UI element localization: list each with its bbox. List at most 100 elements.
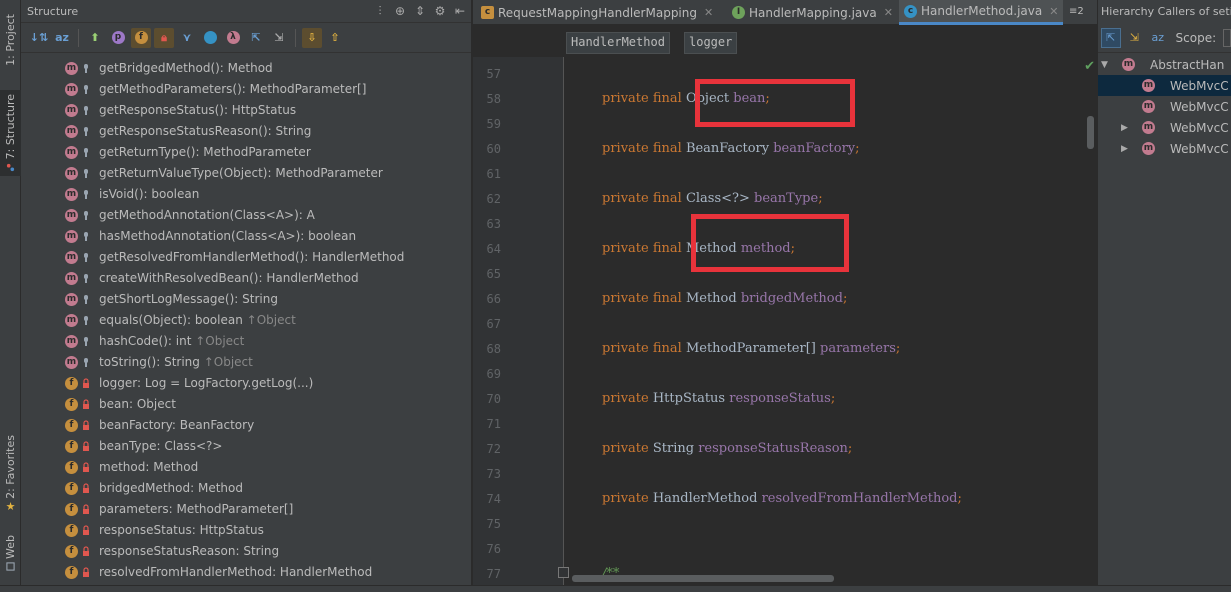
structure-method-item[interactable]: m equals(Object): boolean ↑Object — [21, 310, 461, 331]
collapse-all-icon[interactable]: ⫶ — [373, 4, 387, 18]
editor-vertical-scrollbar[interactable] — [1087, 116, 1094, 149]
web-tool-tab[interactable]: Web — [0, 528, 21, 578]
code-editor[interactable]: 57 58 59 60 61 62 63 64 65 66 67 68 69 70 71 72 73 74 75 76… — [473, 57, 1097, 585]
structure-method-item[interactable]: m getShortLogMessage(): String — [21, 289, 461, 310]
line-number: 68 — [486, 342, 501, 356]
hierarchy-item[interactable]: ▶ m WebMvcC — [1098, 138, 1231, 159]
structure-item-signature: getResolvedFromHandlerMethod(): HandlerM… — [99, 250, 405, 264]
structure-method-item[interactable]: m getResolvedFromHandlerMethod(): Handler… — [21, 247, 461, 268]
private-lock-icon — [81, 399, 91, 410]
scroll-from-source-icon[interactable]: ⊕ — [393, 4, 407, 18]
expanded-arrow-icon[interactable]: ▼ — [1101, 60, 1111, 70]
structure-field-item[interactable]: f beanType: Class<?> — [21, 436, 461, 457]
caller-hierarchy-icon[interactable]: ⇱ — [1101, 27, 1121, 48]
sort-visibility-icon[interactable]: ↓⇅ — [29, 28, 49, 48]
structure-field-item[interactable]: f logger: Log = LogFactory.getLog(...) — [21, 373, 461, 394]
show-fields-icon[interactable]: f — [131, 27, 151, 48]
show-lambdas-icon[interactable] — [200, 28, 220, 48]
structure-field-item[interactable]: f responseStatus: HttpStatus — [21, 520, 461, 541]
structure-method-item[interactable]: m hashCode(): int ↑Object — [21, 331, 461, 352]
show-inherited-icon[interactable]: ⬆ — [85, 28, 105, 48]
structure-method-item[interactable]: m getBridgedMethod(): Method — [21, 58, 461, 79]
code-token: private final — [602, 191, 686, 206]
hierarchy-item[interactable]: m WebMvcC — [1098, 75, 1231, 96]
structure-item-label: getShortLogMessage(): String — [99, 292, 278, 306]
structure-icon — [6, 164, 15, 172]
structure-item-label: toString(): String ↑Object — [99, 355, 253, 369]
editor-horizontal-scrollbar[interactable] — [572, 575, 834, 582]
private-lock-icon — [81, 378, 91, 389]
structure-method-item[interactable]: m toString(): String ↑Object — [21, 352, 461, 373]
scope-label: Scope: — [1175, 30, 1217, 45]
collapsed-arrow-icon[interactable]: ▶ — [1121, 144, 1131, 154]
tab-handler-mapping[interactable]: I HandlerMapping.java ✕ — [729, 0, 897, 25]
show-non-public-icon[interactable]: 🔒︎ — [154, 27, 174, 48]
inspection-ok-icon: ✔ — [1084, 59, 1095, 74]
lambda-icon[interactable]: λ — [223, 28, 243, 48]
breadcrumb-field[interactable]: logger — [684, 32, 738, 54]
scope-dropdown[interactable] — [1223, 28, 1231, 47]
sort-alphabetically-icon[interactable]: az — [52, 28, 72, 48]
tab-overflow-button[interactable]: ≡2 — [1069, 6, 1084, 17]
structure-item-signature: responseStatusReason: String — [99, 544, 280, 558]
structure-item-signature: hashCode(): int — [99, 334, 196, 348]
code-token: bridgedMethod — [740, 291, 843, 306]
structure-method-item[interactable]: m createWithResolvedBean(): HandlerMethod — [21, 268, 461, 289]
structure-field-item[interactable]: f resolvedFromHandlerMethod: HandlerMetho… — [21, 562, 461, 583]
gear-icon[interactable]: ⚙ — [433, 4, 447, 18]
code-token: resolvedFromHandlerMethod — [761, 491, 958, 506]
expand-all-icon[interactable]: ⇱ — [246, 28, 266, 48]
close-icon[interactable]: ✕ — [1049, 5, 1058, 18]
line-number: 58 — [486, 92, 501, 106]
line-number: 71 — [486, 417, 501, 431]
structure-method-item[interactable]: m getResponseStatus(): HttpStatus — [21, 100, 461, 121]
structure-field-item[interactable]: f bridgedMethod: Method — [21, 478, 461, 499]
favorites-tool-tab[interactable]: 2: Favorites ★ — [0, 432, 21, 516]
tab-request-mapping-handler-mapping[interactable]: c RequestMappingHandlerMapping ✕ — [478, 0, 721, 25]
structure-tool-tab[interactable]: 7: Structure — [0, 90, 21, 176]
autoscroll-to-source-icon[interactable]: ⇩ — [302, 27, 322, 48]
structure-method-item[interactable]: m getMethodParameters(): MethodParameter[… — [21, 79, 461, 100]
structure-item-label: getReturnType(): MethodParameter — [99, 145, 311, 159]
line-number: 59 — [486, 117, 501, 131]
show-anonymous-icon[interactable]: ⋎ — [177, 28, 197, 48]
hierarchy-item[interactable]: ▼ m AbstractHan — [1098, 54, 1231, 75]
method-icon: m — [65, 314, 78, 327]
structure-field-item[interactable]: f bean: Object — [21, 394, 461, 415]
structure-field-item[interactable]: f beanFactory: BeanFactory — [21, 415, 461, 436]
split-icon[interactable]: ⇕ — [413, 4, 427, 18]
method-icon: m — [65, 83, 78, 96]
hide-panel-icon[interactable]: ⇤ — [453, 4, 467, 18]
close-icon[interactable]: ✕ — [704, 6, 713, 19]
star-icon: ★ — [5, 500, 16, 514]
structure-method-item[interactable]: m getMethodAnnotation(Class<A>): A — [21, 205, 461, 226]
structure-item-label: method: Method — [99, 460, 198, 474]
tab-handler-method[interactable]: c HandlerMethod.java ✕ — [899, 0, 1063, 25]
public-visibility-icon — [81, 210, 91, 221]
hierarchy-item[interactable]: ▶ m WebMvcC — [1098, 117, 1231, 138]
hierarchy-item[interactable]: m WebMvcC — [1098, 96, 1231, 117]
structure-method-item[interactable]: m getReturnValueType(Object): MethodParam… — [21, 163, 461, 184]
structure-method-item[interactable]: m isVoid(): boolean — [21, 184, 461, 205]
breadcrumb-class[interactable]: HandlerMethod — [566, 32, 670, 54]
sort-alphabetically-icon[interactable]: az — [1148, 28, 1168, 48]
structure-method-item[interactable]: m hasMethodAnnotation(Class<A>): boolean — [21, 226, 461, 247]
collapse-tree-icon[interactable]: ⇲ — [269, 28, 289, 48]
structure-field-item[interactable]: f method: Method — [21, 457, 461, 478]
structure-method-item[interactable]: m getResponseStatusReason(): String — [21, 121, 461, 142]
fold-icon[interactable] — [558, 567, 569, 578]
close-icon[interactable]: ✕ — [884, 6, 893, 19]
project-tool-tab[interactable]: 1: Project — [0, 4, 21, 76]
method-icon: m — [65, 356, 78, 369]
structure-method-item[interactable]: m getReturnType(): MethodParameter — [21, 142, 461, 163]
code-token: private final — [602, 241, 686, 256]
structure-field-item[interactable]: f responseStatusReason: String — [21, 541, 461, 562]
method-icon: m — [65, 293, 78, 306]
callee-hierarchy-icon[interactable]: ⇲ — [1125, 28, 1145, 48]
collapsed-arrow-icon[interactable]: ▶ — [1121, 123, 1131, 133]
autoscroll-from-source-icon[interactable]: ⇧ — [325, 28, 345, 48]
code-token: ; — [847, 441, 853, 456]
code-line: private HandlerMethod resolvedFromHandle… — [602, 491, 962, 506]
structure-field-item[interactable]: f parameters: MethodParameter[] — [21, 499, 461, 520]
show-properties-icon[interactable]: p — [108, 28, 128, 48]
